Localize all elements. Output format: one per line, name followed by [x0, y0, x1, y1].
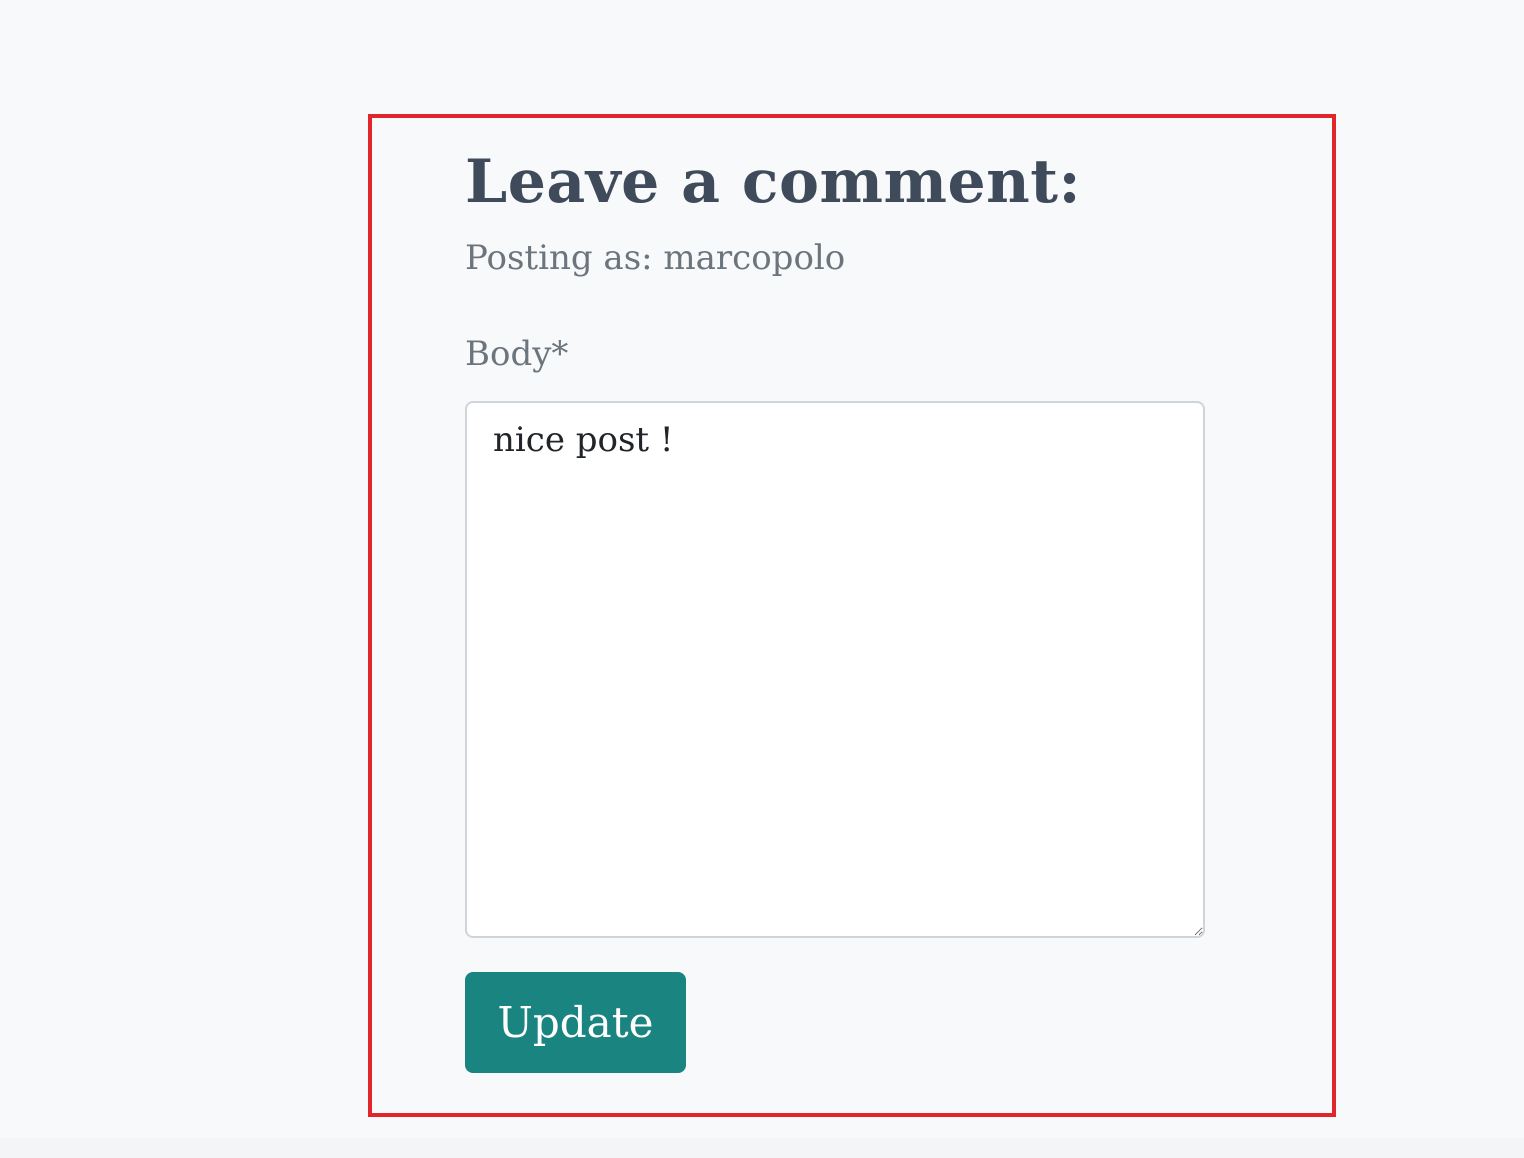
form-title: Leave a comment:: [465, 147, 1082, 217]
body-textarea[interactable]: [465, 401, 1205, 938]
update-button[interactable]: Update: [465, 972, 686, 1073]
page-footer-band: [0, 1138, 1524, 1158]
posting-as-text: Posting as: marcopolo: [465, 238, 846, 278]
comment-form: Leave a comment: Posting as: marcopolo B…: [465, 140, 1205, 1073]
body-label: Body*: [465, 334, 569, 374]
